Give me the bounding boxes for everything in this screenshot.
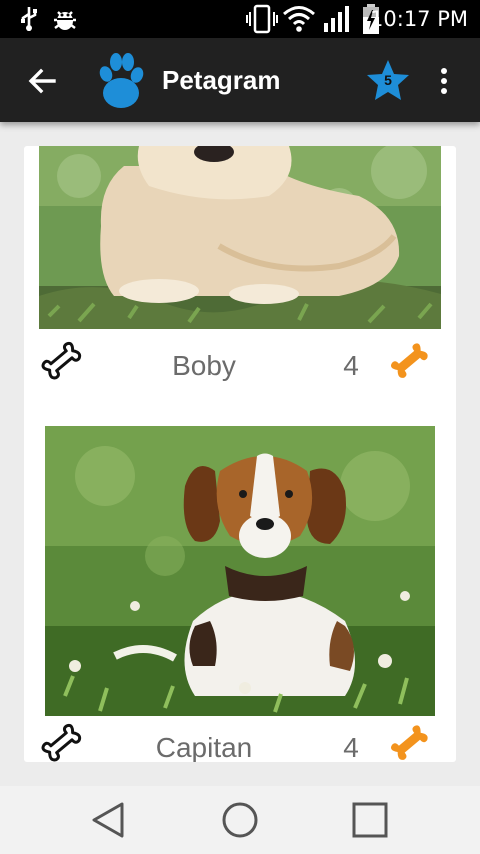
overflow-menu-button[interactable] bbox=[430, 62, 458, 102]
pet-name: Capitan bbox=[155, 732, 253, 762]
favorites-button[interactable]: 5 bbox=[364, 57, 412, 105]
nav-back-button[interactable] bbox=[88, 800, 128, 840]
usb-icon bbox=[18, 6, 40, 37]
bone-outline-icon bbox=[41, 341, 82, 380]
fluffy-cream-puppy-photo bbox=[39, 146, 441, 329]
vibrate-icon bbox=[246, 4, 278, 39]
nav-recents-button[interactable] bbox=[350, 800, 390, 840]
system-nav-bar bbox=[0, 786, 480, 854]
pet-list[interactable]: Boby 4 Capitan 4 bbox=[0, 122, 480, 786]
wifi-icon bbox=[282, 4, 316, 37]
nav-home-button[interactable] bbox=[220, 800, 260, 840]
bone-outline-icon bbox=[41, 723, 82, 762]
like-button[interactable] bbox=[38, 722, 92, 762]
status-time: 10:17 PM bbox=[370, 7, 468, 31]
beagle-puppy-photo bbox=[45, 426, 435, 716]
pet-card: Capitan 4 bbox=[24, 426, 456, 762]
paw-icon bbox=[92, 48, 150, 114]
pet-likes-count: 4 bbox=[343, 732, 359, 762]
more-vert-icon bbox=[441, 68, 447, 94]
app-toolbar: Petagram 5 bbox=[0, 38, 480, 122]
favorites-count: 5 bbox=[384, 72, 392, 88]
pet-likes-count: 4 bbox=[343, 350, 359, 381]
like-button[interactable] bbox=[38, 340, 92, 390]
pet-name: Boby bbox=[172, 350, 236, 381]
bone-filled-icon bbox=[386, 722, 440, 762]
back-arrow-icon bbox=[28, 68, 56, 94]
recents-square-icon bbox=[352, 802, 388, 838]
back-triangle-icon bbox=[92, 802, 124, 838]
pet-card-list: Boby 4 Capitan 4 bbox=[24, 146, 456, 762]
status-bar: 10:17 PM bbox=[0, 0, 480, 38]
bug-icon bbox=[52, 6, 78, 37]
signal-icon bbox=[322, 5, 352, 38]
pet-card: Boby 4 bbox=[24, 146, 456, 406]
back-button[interactable] bbox=[20, 60, 64, 104]
app-title: Petagram bbox=[162, 65, 281, 95]
bone-filled-icon bbox=[386, 340, 440, 390]
home-circle-icon bbox=[222, 802, 258, 838]
